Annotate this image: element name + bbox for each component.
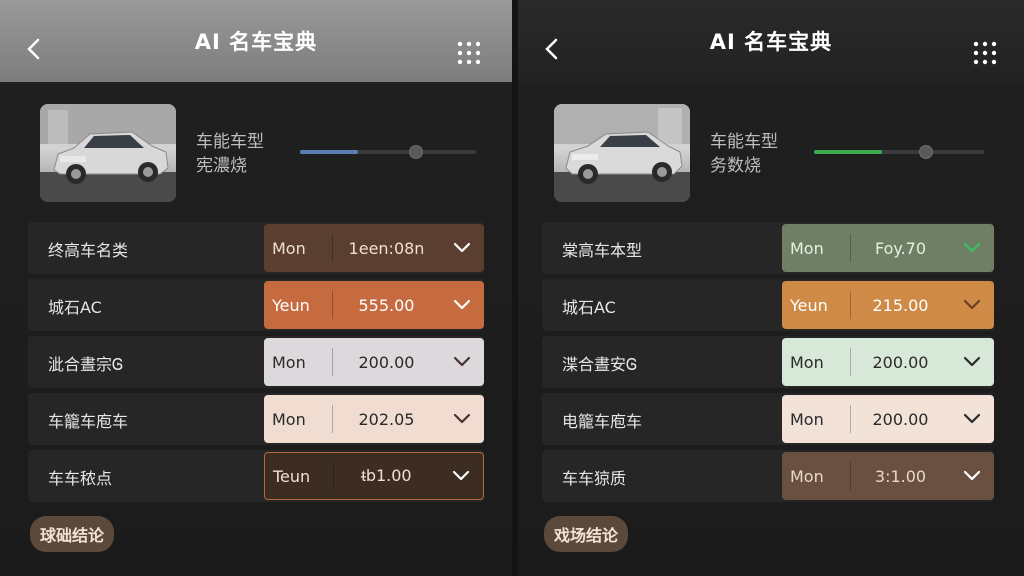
grid-menu-button[interactable] xyxy=(972,40,998,66)
chevron-left-icon xyxy=(545,38,558,60)
option-unit: Teun xyxy=(273,466,311,486)
grid-dots-icon xyxy=(457,41,481,65)
option-row: 车籠车庖车 Mon 202.05 xyxy=(28,393,484,445)
option-value: 202.05 xyxy=(358,409,415,429)
page-title: AI 名车宝典 xyxy=(194,30,318,54)
slider-thumb[interactable] xyxy=(409,145,424,159)
option-select[interactable]: Teun ᵵb1.00 xyxy=(264,452,484,500)
chevron-down-icon xyxy=(950,470,994,482)
grid-dots-icon xyxy=(973,41,997,65)
chevron-down-icon xyxy=(440,413,484,425)
screen-right: AI 名车宝典 车能车型 务数烧 棠高车本型 Mon Foy.70 城石AC Y… xyxy=(518,0,1024,576)
option-unit: Mon xyxy=(272,352,306,372)
option-unit: Mon xyxy=(790,352,824,372)
option-select[interactable]: Mon 3:1.00 xyxy=(782,452,994,500)
car-info-line1: 车能车型 xyxy=(196,132,264,152)
car-info-line1: 车能车型 xyxy=(710,132,778,152)
option-label: 棠高车本型 xyxy=(562,241,643,260)
grid-menu-button[interactable] xyxy=(456,40,482,66)
option-value: 555.00 xyxy=(358,295,415,315)
option-select[interactable]: Mon 200.00 xyxy=(782,338,994,386)
option-select[interactable]: Mon 202.05 xyxy=(264,395,484,443)
option-select[interactable]: Yeun 215.00 xyxy=(782,281,994,329)
car-info-line2: 宪濃烧 xyxy=(196,156,247,176)
option-row: 车车秾点 Teun ᵵb1.00 xyxy=(28,450,484,502)
car-thumbnail xyxy=(554,104,690,202)
option-label: 电籠车庖车 xyxy=(562,412,643,431)
option-value: 1een:08n xyxy=(348,238,425,258)
conclusion-button[interactable]: 球础结论 xyxy=(30,516,115,552)
option-row: 泚合晝宗Ꮆ Mon 200.00 xyxy=(28,336,484,388)
chevron-down-icon xyxy=(440,242,484,254)
chevron-down-icon xyxy=(950,299,994,311)
car-image xyxy=(554,104,690,202)
chevron-down-icon xyxy=(440,299,484,311)
slider-thumb[interactable] xyxy=(919,145,934,159)
option-row: 城石AC Yeun 555.00 xyxy=(28,279,484,331)
option-row: 城石AC Yeun 215.00 xyxy=(542,279,994,331)
option-value: Foy.70 xyxy=(874,238,927,258)
slider-fill xyxy=(300,150,359,154)
option-label: 车车猄质 xyxy=(562,469,627,488)
option-unit: Mon xyxy=(272,409,306,429)
option-row: 车车猄质 Mon 3:1.00 xyxy=(542,450,994,502)
option-unit: Mon xyxy=(790,466,824,486)
conclusion-button[interactable]: 戏场结论 xyxy=(544,516,629,552)
option-select[interactable]: Yeun 555.00 xyxy=(264,281,484,329)
option-value: 3:1.00 xyxy=(874,466,927,486)
chevron-down-icon xyxy=(950,356,994,368)
chevron-down-icon xyxy=(950,413,994,425)
option-unit: Mon xyxy=(790,409,824,429)
app-screens: AI 名车宝典 车能车型 宪濃烧 终高车名类 Mon 1een:08n 城石AC… xyxy=(0,0,1024,576)
option-label: 渫合晝安Ꮆ xyxy=(562,355,638,374)
option-row: 渫合晝安Ꮆ Mon 200.00 xyxy=(542,336,994,388)
option-row: 终高车名类 Mon 1een:08n xyxy=(28,222,484,274)
option-unit: Yeun xyxy=(272,295,310,315)
chevron-down-icon xyxy=(440,356,484,368)
back-button[interactable] xyxy=(24,38,46,60)
option-unit: Yeun xyxy=(790,295,828,315)
option-value: 200.00 xyxy=(872,409,929,429)
car-image xyxy=(40,104,176,202)
option-label: 城石AC xyxy=(562,298,616,317)
option-row: 电籠车庖车 Mon 200.00 xyxy=(542,393,994,445)
option-label: 泚合晝宗Ꮆ xyxy=(48,355,124,374)
car-info: 车能车型 宪濃烧 xyxy=(196,130,264,178)
slider-fill xyxy=(814,150,882,154)
option-list: 棠高车本型 Mon Foy.70 城石AC Yeun 215.00 渫合晝安Ꮆ Mon 200.… xyxy=(542,222,994,507)
page-title: AI 名车宝典 xyxy=(709,30,833,54)
car-info: 车能车型 务数烧 xyxy=(710,130,778,178)
option-value: ᵵb1.00 xyxy=(361,466,412,485)
option-label: 终高车名类 xyxy=(48,241,129,260)
option-label: 车车秾点 xyxy=(48,469,113,488)
option-select[interactable]: Mon 200.00 xyxy=(782,395,994,443)
option-value: 200.00 xyxy=(358,352,415,372)
car-slider[interactable] xyxy=(814,145,984,159)
option-select[interactable]: Mon 200.00 xyxy=(264,338,484,386)
screen-left: AI 名车宝典 车能车型 宪濃烧 终高车名类 Mon 1een:08n 城石AC… xyxy=(0,0,518,576)
option-value: 200.00 xyxy=(872,352,929,372)
chevron-down-icon xyxy=(439,470,483,482)
header: AI 名车宝典 xyxy=(0,0,512,82)
car-slider[interactable] xyxy=(300,145,476,159)
option-row: 棠高车本型 Mon Foy.70 xyxy=(542,222,994,274)
header: AI 名车宝典 xyxy=(518,0,1024,82)
option-select[interactable]: Mon Foy.70 xyxy=(782,224,994,272)
chevron-down-icon xyxy=(950,242,994,254)
option-list: 终高车名类 Mon 1een:08n 城石AC Yeun 555.00 泚合晝宗Ꮆ Mon 20… xyxy=(28,222,484,507)
option-value: 215.00 xyxy=(872,295,929,315)
car-info-line2: 务数烧 xyxy=(710,156,761,176)
option-label: 城石AC xyxy=(48,298,102,317)
option-unit: Mon xyxy=(790,238,824,258)
car-thumbnail xyxy=(40,104,176,202)
chevron-left-icon xyxy=(27,38,40,60)
option-select[interactable]: Mon 1een:08n xyxy=(264,224,484,272)
option-label: 车籠车庖车 xyxy=(48,412,129,431)
option-unit: Mon xyxy=(272,238,306,258)
back-button[interactable] xyxy=(542,38,564,60)
